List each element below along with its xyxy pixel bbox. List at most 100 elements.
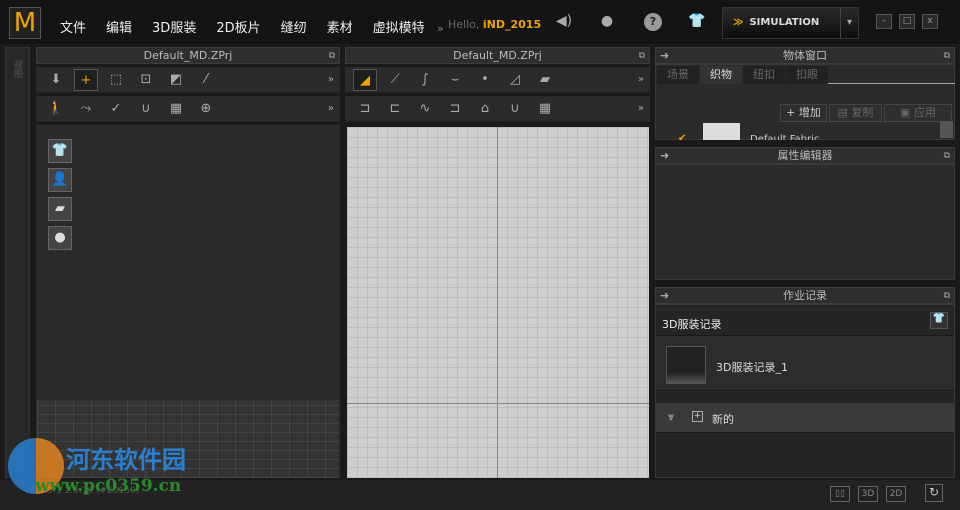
expand-chevron-icon[interactable]: ⩔ bbox=[668, 410, 674, 424]
tab-button[interactable]: 纽扣 bbox=[743, 66, 785, 84]
popout-icon[interactable]: ⧉ bbox=[329, 49, 335, 64]
view-strip-label: 视图 bbox=[12, 60, 22, 78]
menu-2d-pattern[interactable]: 2D板片 bbox=[216, 17, 260, 36]
select-move-icon[interactable]: + bbox=[74, 68, 98, 91]
history-title: ➜ 作业记录 ⧉ bbox=[655, 287, 955, 304]
simulation-dropdown[interactable]: ▾ bbox=[840, 8, 858, 38]
object-window-title-text: 物体窗口 bbox=[783, 49, 827, 62]
garment-edit-icon[interactable]: ✓ bbox=[104, 98, 128, 120]
scrollbar[interactable] bbox=[940, 121, 953, 138]
split-view-button[interactable]: ▯▯ bbox=[830, 486, 850, 502]
view-2d-button[interactable]: 2D bbox=[886, 486, 906, 502]
fabric-swatch[interactable] bbox=[703, 123, 740, 140]
seam-tool-icon[interactable]: ∪ bbox=[503, 98, 527, 120]
menu-edit[interactable]: 编辑 bbox=[106, 17, 132, 36]
close-button[interactable]: x bbox=[922, 14, 938, 29]
transform-icon[interactable]: ⊡ bbox=[134, 69, 158, 91]
sound-icon[interactable]: ◀) bbox=[555, 13, 573, 31]
curve-point-icon[interactable]: ⌣ bbox=[443, 69, 467, 91]
greeting: Hello, iND_2015 bbox=[448, 18, 541, 31]
texture-icon[interactable]: ▦ bbox=[533, 98, 557, 120]
menu-3d-garment[interactable]: 3D服装 bbox=[152, 17, 196, 36]
sewing-3d-icon[interactable]: ∪ bbox=[134, 98, 158, 120]
add-point-icon[interactable]: • bbox=[473, 69, 497, 91]
minimize-button[interactable]: – bbox=[876, 14, 892, 29]
tab-scene[interactable]: 场景 bbox=[657, 66, 699, 84]
apply-button[interactable]: ▣ 应用 bbox=[884, 104, 952, 122]
refresh-icon[interactable]: ↻ bbox=[925, 484, 943, 502]
copy-button[interactable]: ▤ 复制 bbox=[829, 104, 882, 122]
toolbar-more[interactable]: » bbox=[328, 98, 334, 120]
toolbar-more[interactable]: » bbox=[328, 69, 334, 91]
show-avatar-icon[interactable]: 👤 bbox=[48, 168, 72, 192]
popout-icon[interactable]: ⧉ bbox=[639, 49, 645, 64]
popout-icon[interactable]: ⧉ bbox=[944, 49, 950, 64]
edit-pattern-icon[interactable]: ◢ bbox=[353, 68, 377, 91]
edit-curve-icon[interactable]: ∫ bbox=[413, 69, 437, 91]
sewing-edit-icon[interactable]: ⊐ bbox=[443, 98, 467, 120]
toolbar-more[interactable]: » bbox=[638, 69, 644, 91]
avatar-silhouette-icon[interactable]: ● bbox=[48, 226, 72, 250]
show-fabric-icon[interactable]: ▰ bbox=[48, 197, 72, 221]
multi-sewing-icon[interactable]: ∿ bbox=[413, 98, 437, 120]
garment-add-icon[interactable]: 👕 bbox=[688, 13, 706, 31]
property-editor-title: ➜ 属性编辑器 ⧉ bbox=[655, 147, 955, 164]
popout-icon[interactable]: ⧉ bbox=[944, 149, 950, 164]
arrow-down-icon[interactable]: ⬇ bbox=[44, 69, 68, 91]
iron-icon[interactable]: ⌂ bbox=[473, 98, 497, 120]
tab-buttonhole[interactable]: 扣眼 bbox=[786, 66, 828, 84]
history-new[interactable]: ⩔ + 新的 bbox=[656, 403, 954, 433]
edit-point-icon[interactable]: ⟋ bbox=[383, 69, 407, 91]
toolbar-more[interactable]: » bbox=[638, 98, 644, 120]
rectangle-icon[interactable]: ▰ bbox=[533, 69, 557, 91]
history-new-label: 新的 bbox=[712, 413, 734, 426]
panel-2d-title-text: Default_MD.ZPrj bbox=[453, 49, 542, 62]
plus-icon[interactable]: + bbox=[692, 411, 703, 422]
fabric-check-icon[interactable]: ▦ bbox=[164, 98, 188, 120]
polygon-icon[interactable]: ◿ bbox=[503, 69, 527, 91]
maximize-button[interactable]: □ bbox=[899, 14, 915, 29]
segment-sewing-icon[interactable]: ⊐ bbox=[353, 98, 377, 120]
menu-file[interactable]: 文件 bbox=[60, 17, 86, 36]
collapse-arrow-icon[interactable]: ➜ bbox=[660, 48, 669, 63]
tab-fabric[interactable]: 织物 bbox=[700, 66, 742, 84]
arrange-icon[interactable]: ⤳ bbox=[74, 98, 98, 120]
panel-3d-title: Default_MD.ZPrj ⧉ bbox=[36, 47, 340, 64]
main-menu: 文件 编辑 3D服装 2D板片 缝纫 素材 虚拟模特 bbox=[60, 17, 425, 36]
help-icon[interactable]: ? bbox=[644, 13, 662, 31]
top-bar: M 文件 编辑 3D服装 2D板片 缝纫 素材 虚拟模特 » Hello, iN… bbox=[0, 0, 960, 44]
garment-history-icon[interactable]: 👕 bbox=[930, 312, 948, 329]
pattern-canvas-2d[interactable] bbox=[347, 127, 649, 478]
collapse-arrow-icon[interactable]: ➜ bbox=[660, 288, 669, 303]
collapse-arrow-icon[interactable]: ➜ bbox=[660, 148, 669, 163]
add-button[interactable]: + 增加 bbox=[780, 104, 827, 122]
history-item-label: 3D服装记录_1 bbox=[716, 361, 788, 374]
menu-materials[interactable]: 素材 bbox=[327, 17, 353, 36]
copy-label: 复制 bbox=[851, 106, 874, 119]
panel-3d-title-text: Default_MD.ZPrj bbox=[143, 49, 233, 62]
user-icon[interactable]: ● bbox=[598, 13, 616, 31]
x-axis bbox=[347, 403, 649, 404]
view-strip[interactable]: 视图 bbox=[5, 47, 30, 478]
fabric-name[interactable]: Default Fabric bbox=[750, 134, 819, 140]
history-thumbnail bbox=[666, 346, 706, 384]
username: iND_2015 bbox=[482, 18, 542, 31]
fold-icon[interactable]: ◩ bbox=[164, 69, 188, 91]
menu-sewing[interactable]: 缝纫 bbox=[281, 17, 307, 36]
popout-icon[interactable]: ⧉ bbox=[944, 289, 950, 304]
menu-more-button[interactable]: » bbox=[437, 22, 444, 35]
add-label: 增加 bbox=[798, 106, 821, 119]
simulation-button[interactable]: ≫ SIMULATION ▾ bbox=[722, 7, 859, 39]
button-tool-icon[interactable]: ⊕ bbox=[194, 98, 218, 120]
y-axis bbox=[497, 127, 498, 478]
menu-avatar[interactable]: 虚拟模特 bbox=[373, 17, 425, 36]
free-sewing-icon[interactable]: ⊏ bbox=[383, 98, 407, 120]
avatar-pose-icon[interactable]: 🚶 bbox=[44, 98, 68, 120]
view-3d-button[interactable]: 3D bbox=[858, 486, 878, 502]
select-box-icon[interactable]: ⬚ bbox=[104, 69, 128, 91]
show-garment-icon[interactable]: 👕 bbox=[48, 139, 72, 163]
simulation-label: SIMULATION bbox=[749, 17, 820, 28]
history-item[interactable]: 3D服装记录_1 bbox=[656, 335, 954, 391]
property-editor-title-text: 属性编辑器 bbox=[777, 149, 833, 162]
pin-icon[interactable]: ⁄ bbox=[194, 69, 218, 91]
